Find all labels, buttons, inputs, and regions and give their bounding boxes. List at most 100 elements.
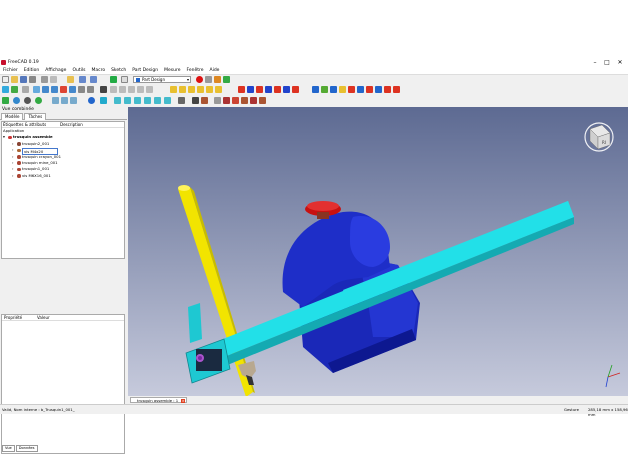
- loft-icon[interactable]: [188, 86, 195, 93]
- link-replace-icon[interactable]: [250, 97, 257, 104]
- tab-vue[interactable]: Vue: [2, 445, 15, 452]
- view-front-icon[interactable]: [42, 86, 49, 93]
- menu-affichage[interactable]: Affichage: [42, 67, 69, 75]
- part-icon[interactable]: [201, 97, 208, 104]
- helix-icon[interactable]: [206, 86, 213, 93]
- link-sub-icon[interactable]: [232, 97, 239, 104]
- pointer-icon[interactable]: [121, 76, 128, 83]
- orbit-icon[interactable]: [24, 97, 31, 104]
- menu-sketch[interactable]: Sketch: [108, 67, 129, 75]
- refresh-icon[interactable]: [110, 76, 117, 83]
- view-right-icon[interactable]: [60, 86, 67, 93]
- back-icon[interactable]: [52, 97, 59, 104]
- link-icon[interactable]: [223, 97, 230, 104]
- menu-edition[interactable]: Edition: [21, 67, 43, 75]
- paste-icon[interactable]: [67, 76, 74, 83]
- linear-pattern-icon[interactable]: [321, 86, 328, 93]
- search-icon[interactable]: [88, 97, 95, 104]
- draw-style-icon[interactable]: [22, 86, 29, 93]
- hole-icon[interactable]: [247, 86, 254, 93]
- subtractive-loft-icon[interactable]: [265, 86, 272, 93]
- forward-icon[interactable]: [61, 97, 68, 104]
- view-left-icon[interactable]: [87, 86, 94, 93]
- menu-mesure[interactable]: Mesure: [161, 67, 183, 75]
- maximize-button[interactable]: □: [601, 59, 613, 66]
- view-right-cube-icon[interactable]: [134, 97, 141, 104]
- pad-icon[interactable]: [170, 86, 177, 93]
- navigation-cube-icon[interactable]: RI: [584, 122, 614, 152]
- link-import-icon[interactable]: [241, 97, 248, 104]
- additive-box-icon[interactable]: [215, 86, 222, 93]
- next-icon[interactable]: [70, 97, 77, 104]
- groove-icon[interactable]: [256, 86, 263, 93]
- group-icon[interactable]: [214, 97, 221, 104]
- tab-modele[interactable]: Modèle: [1, 113, 24, 120]
- polygon-icon[interactable]: [119, 86, 126, 93]
- view-bottom-icon[interactable]: [78, 86, 85, 93]
- view-top-icon[interactable]: [51, 86, 58, 93]
- link-select-icon[interactable]: [259, 97, 266, 104]
- undo-icon[interactable]: [79, 76, 86, 83]
- play-icon[interactable]: [35, 97, 42, 104]
- mirrored-icon[interactable]: [312, 86, 319, 93]
- view-left-cube-icon[interactable]: [164, 97, 171, 104]
- menu-part-design[interactable]: Part Design: [129, 67, 161, 75]
- view-rear-icon[interactable]: [69, 86, 76, 93]
- close-button[interactable]: ✕: [614, 59, 626, 66]
- subtractive-pipe-icon[interactable]: [274, 86, 281, 93]
- workbench-selector[interactable]: Part Design ▾: [133, 76, 191, 83]
- pipe-icon[interactable]: [197, 86, 204, 93]
- tab-taches[interactable]: Tâches: [24, 113, 47, 120]
- view-front-cube-icon[interactable]: [114, 97, 121, 104]
- circle-icon[interactable]: [137, 86, 144, 93]
- measure-icon[interactable]: [100, 86, 107, 93]
- macro-stop-icon[interactable]: [205, 76, 212, 83]
- expand-chevron-icon[interactable]: ›: [12, 173, 14, 179]
- revolution-icon[interactable]: [179, 86, 186, 93]
- property-column-name[interactable]: Propriété: [4, 315, 22, 321]
- minimize-button[interactable]: –: [589, 59, 601, 66]
- multi-transform-icon[interactable]: [339, 86, 346, 93]
- menu-aide[interactable]: Aide: [207, 67, 223, 75]
- subtractive-box-icon[interactable]: [292, 86, 299, 93]
- sketch-icon[interactable]: [110, 86, 117, 93]
- view-fit-icon[interactable]: [2, 86, 9, 93]
- chamfer-icon[interactable]: [357, 86, 364, 93]
- view-rear-cube-icon[interactable]: [144, 97, 151, 104]
- macro-edit-icon[interactable]: [214, 76, 221, 83]
- copy-icon[interactable]: [50, 76, 57, 83]
- view-selection-icon[interactable]: [11, 86, 18, 93]
- document-tab[interactable]: trusquin assemble : 1 ×: [130, 397, 188, 403]
- redo-icon[interactable]: [90, 76, 97, 83]
- menu-macro[interactable]: Macro: [88, 67, 108, 75]
- 3d-viewport[interactable]: RI: [128, 107, 628, 396]
- view-bottom-cube-icon[interactable]: [154, 97, 161, 104]
- pocket-icon[interactable]: [238, 86, 245, 93]
- menu-fichier[interactable]: Fichier: [0, 67, 21, 75]
- open-icon[interactable]: [11, 76, 18, 83]
- polar-pattern-icon[interactable]: [330, 86, 337, 93]
- ruler-icon[interactable]: [178, 97, 185, 104]
- save-icon[interactable]: [20, 76, 27, 83]
- view-top-cube-icon[interactable]: [124, 97, 131, 104]
- menu-outils[interactable]: Outils: [69, 67, 88, 75]
- thickness-icon[interactable]: [375, 86, 382, 93]
- new-icon[interactable]: [2, 76, 9, 83]
- fillet-icon[interactable]: [348, 86, 355, 93]
- constraint-icon[interactable]: [146, 86, 153, 93]
- print-icon[interactable]: [29, 76, 36, 83]
- tab-donnees[interactable]: Données: [15, 445, 38, 452]
- body-icon[interactable]: [192, 97, 199, 104]
- macro-run-icon[interactable]: [223, 76, 230, 83]
- boolean-icon[interactable]: [384, 86, 391, 93]
- property-column-value[interactable]: Valeur: [37, 315, 50, 321]
- zoom-icon[interactable]: [13, 97, 20, 104]
- shape-binder-icon[interactable]: [393, 86, 400, 93]
- subtractive-helix-icon[interactable]: [283, 86, 290, 93]
- std-view-icon[interactable]: [2, 97, 9, 104]
- cut-icon[interactable]: [41, 76, 48, 83]
- navigation-style[interactable]: Gesture: [564, 407, 579, 412]
- macro-record-icon[interactable]: [196, 76, 203, 83]
- menu-fenetre[interactable]: Fenêtre: [183, 67, 206, 75]
- box-view-icon[interactable]: [100, 97, 107, 104]
